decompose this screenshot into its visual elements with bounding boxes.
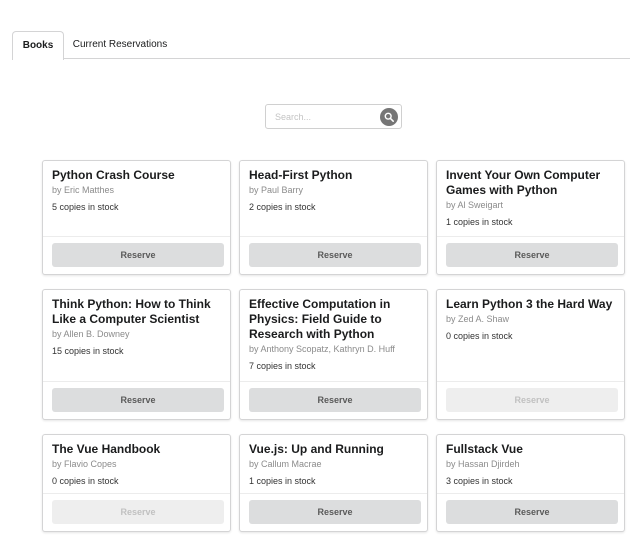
book-title: Invent Your Own Computer Games with Pyth… <box>446 168 601 197</box>
search-input[interactable] <box>266 105 376 128</box>
book-card: Python Crash Course by Eric Matthes 5 co… <box>42 160 231 275</box>
book-stock: 1 copies in stock <box>446 217 513 227</box>
tab-current-reservations[interactable]: Current Reservations <box>64 31 176 59</box>
book-stock: 5 copies in stock <box>52 202 119 212</box>
book-title: Think Python: How to Think Like a Comput… <box>52 297 211 326</box>
tab-bar: Books Current Reservations <box>12 31 630 60</box>
book-author: by Eric Matthes <box>52 185 115 195</box>
book-author: by Al Sweigart <box>446 200 504 210</box>
book-card: Effective Computation in Physics: Field … <box>239 289 428 420</box>
book-card: Think Python: How to Think Like a Comput… <box>42 289 231 420</box>
book-author: by Zed A. Shaw <box>446 314 510 324</box>
reserve-button[interactable]: Reserve <box>249 388 421 412</box>
book-title: Effective Computation in Physics: Field … <box>249 297 391 341</box>
card-footer: Reserve <box>43 381 230 419</box>
search-button[interactable] <box>380 108 398 126</box>
book-card: Learn Python 3 the Hard Way by Zed A. Sh… <box>436 289 625 420</box>
book-author: by Paul Barry <box>249 185 304 195</box>
card-footer: Reserve <box>240 381 427 419</box>
card-footer: Reserve <box>437 493 624 531</box>
book-title: Python Crash Course <box>52 168 175 182</box>
book-author: by Hassan Djirdeh <box>446 459 520 469</box>
card-footer: Reserve <box>240 236 427 274</box>
card-footer: Reserve <box>437 236 624 274</box>
tab-books[interactable]: Books <box>12 31 64 60</box>
book-stock: 3 copies in stock <box>446 476 513 486</box>
book-card: Head-First Python by Paul Barry 2 copies… <box>239 160 428 275</box>
book-stock: 15 copies in stock <box>52 346 124 356</box>
book-title: Fullstack Vue <box>446 442 523 456</box>
page: Books Current Reservations Python Crash … <box>0 0 640 544</box>
reserve-button[interactable]: Reserve <box>446 243 618 267</box>
book-title: Learn Python 3 the Hard Way <box>446 297 613 311</box>
book-title: Head-First Python <box>249 168 353 182</box>
book-author: by Callum Macrae <box>249 459 322 469</box>
book-stock: 7 copies in stock <box>249 361 316 371</box>
reserve-button[interactable]: Reserve <box>249 243 421 267</box>
book-stock: 0 copies in stock <box>446 331 513 341</box>
card-footer: Reserve <box>240 493 427 531</box>
card-footer: Reserve <box>43 493 230 531</box>
search-box <box>265 104 402 129</box>
book-stock: 1 copies in stock <box>249 476 316 486</box>
reserve-button[interactable]: Reserve <box>249 500 421 524</box>
reserve-button[interactable]: Reserve <box>52 243 224 267</box>
reserve-button: Reserve <box>446 388 618 412</box>
reserve-button: Reserve <box>52 500 224 524</box>
reserve-button[interactable]: Reserve <box>446 500 618 524</box>
book-title: The Vue Handbook <box>52 442 161 456</box>
reserve-button[interactable]: Reserve <box>52 388 224 412</box>
book-card: The Vue Handbook by Flavio Copes 0 copie… <box>42 434 231 532</box>
book-card: Invent Your Own Computer Games with Pyth… <box>436 160 625 275</box>
book-author: by Flavio Copes <box>52 459 117 469</box>
book-title: Vue.js: Up and Running <box>249 442 384 456</box>
book-stock: 2 copies in stock <box>249 202 316 212</box>
book-author: by Allen B. Downey <box>52 329 130 339</box>
book-stock: 0 copies in stock <box>52 476 119 486</box>
book-card: Vue.js: Up and Running by Callum Macrae … <box>239 434 428 532</box>
book-card: Fullstack Vue by Hassan Djirdeh 3 copies… <box>436 434 625 532</box>
search-icon <box>384 112 394 122</box>
book-author: by Anthony Scopatz, Kathryn D. Huff <box>249 344 395 354</box>
card-footer: Reserve <box>43 236 230 274</box>
card-footer: Reserve <box>437 381 624 419</box>
